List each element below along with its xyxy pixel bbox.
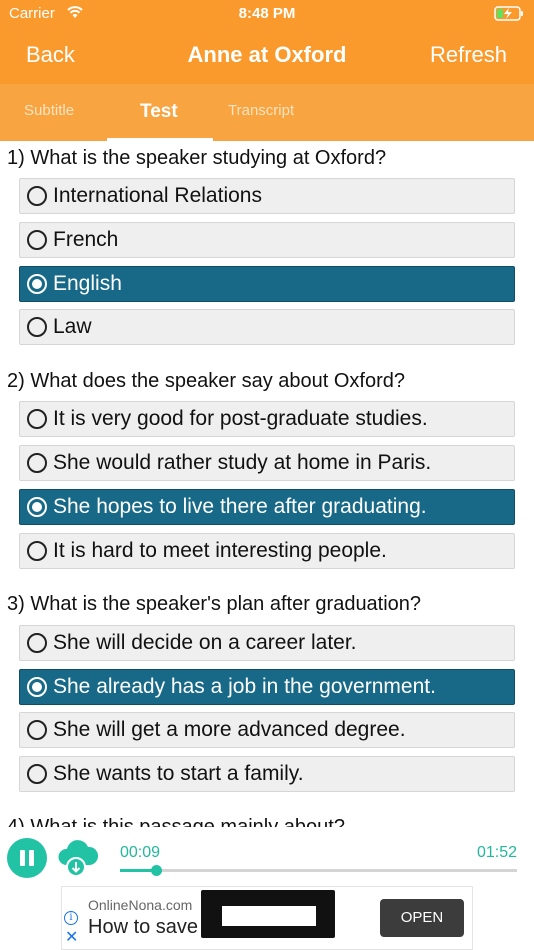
question-4: 4) What is this passage mainly about? <box>7 816 345 827</box>
ad-open-button[interactable]: OPEN <box>380 899 464 937</box>
battery-charging-icon <box>494 6 523 21</box>
slider-thumb[interactable] <box>150 865 162 876</box>
answer-option[interactable]: International Relations <box>19 178 515 214</box>
option-label: It is hard to meet interesting people. <box>53 539 387 562</box>
ad-headline: How to savets <box>88 916 332 939</box>
radio-unchecked-icon[interactable] <box>27 230 47 250</box>
radio-unchecked-icon[interactable] <box>27 453 47 473</box>
app-header: Carrier 8:48 PM Back Anne at Oxford Refr… <box>0 0 534 141</box>
progress-slider[interactable] <box>120 865 517 876</box>
option-label: She wants to start a family. <box>53 762 304 785</box>
radio-checked-icon[interactable] <box>27 677 47 697</box>
tab-bar: Subtitle Test Transcript <box>0 84 534 141</box>
navigation-bar: Back Anne at Oxford Refresh <box>0 30 534 80</box>
answer-option[interactable]: Law <box>19 309 515 345</box>
ad-domain: OnlineNona.com <box>88 897 193 913</box>
redaction-box <box>201 890 335 938</box>
option-label: She already has a job in the government. <box>53 675 436 698</box>
option-label: She would rather study at home in Paris. <box>53 451 432 474</box>
cloud-download-icon[interactable] <box>56 835 100 879</box>
clock: 8:48 PM <box>238 5 296 22</box>
pause-button[interactable] <box>7 838 47 878</box>
tab-subtitle[interactable]: Subtitle <box>24 102 74 119</box>
tab-transcript[interactable]: Transcript <box>228 102 294 119</box>
radio-unchecked-icon[interactable] <box>27 720 47 740</box>
option-label: She hopes to live there after graduating… <box>53 495 427 518</box>
option-label: She will get a more advanced degree. <box>53 718 406 741</box>
answer-option[interactable]: She wants to start a family. <box>19 756 515 792</box>
elapsed-time: 00:09 <box>120 844 161 861</box>
close-icon[interactable]: ✕ <box>65 930 78 946</box>
radio-checked-icon[interactable] <box>27 497 47 517</box>
radio-checked-icon[interactable] <box>27 274 47 294</box>
refresh-button[interactable]: Refresh <box>430 42 507 68</box>
answer-option[interactable]: French <box>19 222 515 258</box>
question-1: 1) What is the speaker studying at Oxfor… <box>7 147 387 169</box>
total-duration: 01:52 <box>476 844 517 861</box>
ad-headline-start: How to save <box>88 916 199 938</box>
info-icon[interactable]: i <box>64 911 78 925</box>
radio-unchecked-icon[interactable] <box>27 409 47 429</box>
option-label: English <box>53 272 122 295</box>
pause-icon-bar <box>29 850 34 866</box>
option-label: International Relations <box>53 184 262 207</box>
answer-option[interactable]: She will get a more advanced degree. <box>19 712 515 748</box>
answer-option-selected[interactable]: She hopes to live there after graduating… <box>19 489 515 525</box>
answer-option-selected[interactable]: English <box>19 266 515 302</box>
answer-option[interactable]: It is hard to meet interesting people. <box>19 533 515 569</box>
option-label: Law <box>53 315 92 338</box>
ad-banner[interactable]: i ✕ OnlineNona.com How to savets OPEN <box>61 886 473 950</box>
question-3: 3) What is the speaker's plan after grad… <box>7 593 422 615</box>
radio-unchecked-icon[interactable] <box>27 317 47 337</box>
status-bar: Carrier 8:48 PM <box>0 0 534 28</box>
answer-option[interactable]: It is very good for post-graduate studie… <box>19 401 515 437</box>
option-label: It is very good for post-graduate studie… <box>53 407 428 430</box>
pause-icon <box>20 850 25 866</box>
answer-option[interactable]: She will decide on a career later. <box>19 625 515 661</box>
option-label: She will decide on a career later. <box>53 631 357 654</box>
question-2: 2) What does the speaker say about Oxfor… <box>7 370 405 392</box>
tab-test[interactable]: Test <box>140 101 178 123</box>
answer-option-selected[interactable]: She already has a job in the government. <box>19 669 515 705</box>
audio-player: 00:09 01:52 <box>0 827 534 885</box>
answer-option[interactable]: She would rather study at home in Paris. <box>19 445 515 481</box>
option-label: French <box>53 228 119 251</box>
radio-unchecked-icon[interactable] <box>27 541 47 561</box>
radio-unchecked-icon[interactable] <box>27 186 47 206</box>
radio-unchecked-icon[interactable] <box>27 764 47 784</box>
redaction-inner <box>222 906 316 926</box>
quiz-list[interactable]: 1) What is the speaker studying at Oxfor… <box>0 141 534 827</box>
radio-unchecked-icon[interactable] <box>27 633 47 653</box>
